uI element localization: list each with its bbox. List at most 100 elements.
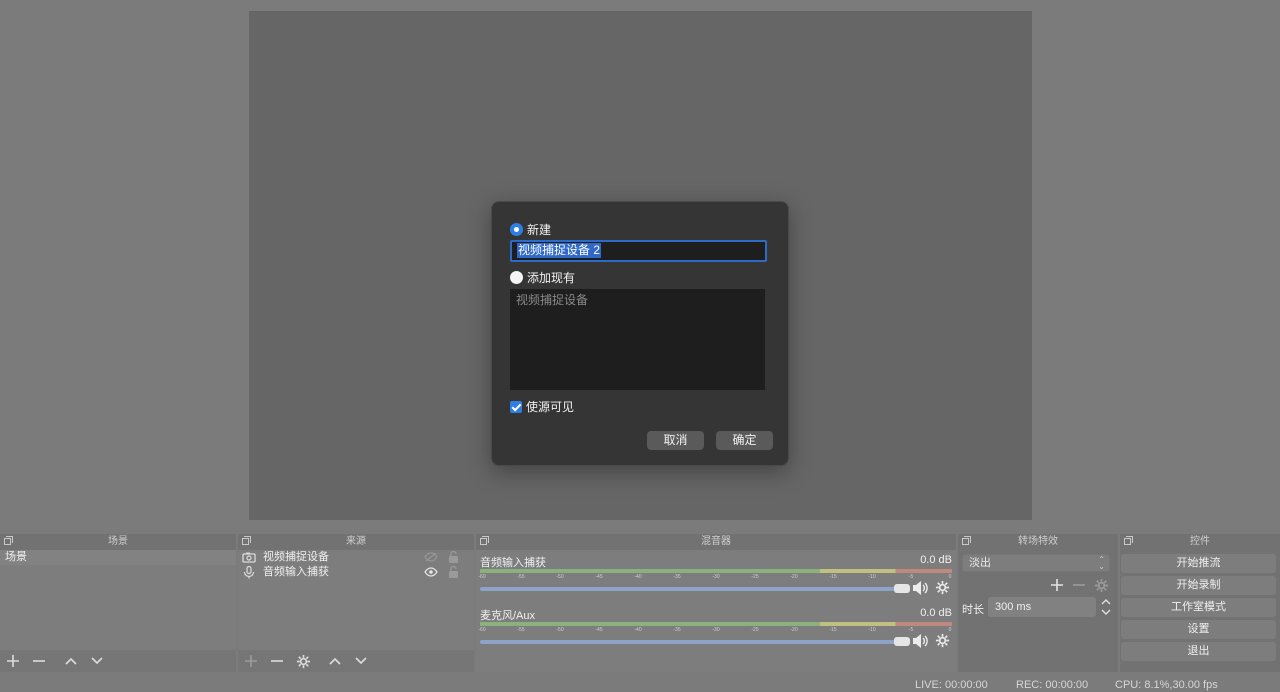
speaker-icon[interactable]: [911, 633, 931, 652]
plus-icon: [1051, 579, 1063, 591]
scenes-list[interactable]: 场景: [0, 550, 236, 650]
meter-tick-label: -35: [673, 574, 681, 580]
start-streaming-button[interactable]: 开始推流: [1121, 554, 1276, 573]
meter-tick-label: -15: [829, 627, 837, 633]
minus-icon: [271, 660, 283, 662]
speaker-icon[interactable]: [911, 580, 931, 599]
move-source-down-button[interactable]: [352, 652, 370, 670]
meter-tick-label: -10: [868, 627, 876, 633]
meter-tick-label: -20: [790, 627, 798, 633]
duration-input[interactable]: 300 ms: [988, 597, 1096, 617]
chevron-up-icon: [329, 657, 341, 665]
visibility-icon[interactable]: [424, 567, 438, 582]
meter-tick-label: -10: [868, 574, 876, 580]
gear-icon[interactable]: [935, 633, 950, 651]
chevron-down-icon: [355, 657, 367, 665]
volume-meter: [480, 569, 952, 573]
sources-dock: 来源 视频捕捉设备 音频输入捕获: [238, 534, 474, 672]
scenes-dock-title: 场景: [0, 534, 236, 550]
meter-tick-label: -55: [517, 574, 525, 580]
volume-slider-handle[interactable]: [894, 637, 910, 646]
list-item[interactable]: 视频捕捉设备: [516, 291, 588, 308]
remove-transition-button[interactable]: [1070, 576, 1088, 594]
minus-icon: [1073, 584, 1085, 586]
status-bar: LIVE: 00:00:00 REC: 00:00:00 CPU: 8.1%,3…: [0, 674, 1280, 692]
meter-tick-label: -55: [517, 627, 525, 633]
add-existing-option[interactable]: 添加现有: [510, 269, 575, 286]
transition-select[interactable]: 淡出 ⌃ ⌄: [962, 554, 1110, 572]
volume-slider[interactable]: [480, 587, 908, 591]
source-properties-button[interactable]: [294, 652, 312, 670]
remove-scene-button[interactable]: [30, 652, 48, 670]
meter-tick-label: -20: [790, 574, 798, 580]
select-stepper-icon: ⌃ ⌄: [1098, 555, 1105, 571]
transition-properties-button[interactable]: [1092, 576, 1110, 594]
add-source-button[interactable]: [242, 652, 260, 670]
meter-tick-label: -35: [673, 627, 681, 633]
microphone-icon: [242, 566, 256, 579]
sources-dock-title: 来源: [238, 534, 474, 550]
create-new-option[interactable]: 新建: [510, 221, 551, 238]
volume-slider[interactable]: [480, 640, 908, 644]
duration-stepper[interactable]: [1100, 597, 1112, 619]
ok-button[interactable]: 确定: [716, 431, 773, 450]
transitions-dock: 转场特效 淡出 ⌃ ⌄ 时长 300 ms: [958, 534, 1118, 672]
cancel-button[interactable]: 取消: [647, 431, 704, 450]
rec-timer: REC: 00:00:00: [1016, 679, 1089, 691]
add-source-dialog: 新建 视频捕捉设备 2 添加现有 视频捕捉设备 使源可见 取消 确定: [491, 201, 789, 466]
remove-source-button[interactable]: [268, 652, 286, 670]
scenes-toolbar: [0, 650, 236, 672]
volume-slider-handle[interactable]: [894, 584, 910, 593]
radio-unchecked[interactable]: [510, 271, 523, 284]
studio-mode-button[interactable]: 工作室模式: [1121, 598, 1276, 617]
plus-icon: [245, 655, 257, 667]
move-source-up-button[interactable]: [326, 652, 344, 670]
source-item[interactable]: 视频捕捉设备: [238, 550, 474, 565]
mixer-channel: 音频输入捕获 0.0 dB -60 -55 -50 -45 -40 -35 -30 -25 -2…: [478, 554, 952, 604]
meter-tick-label: -15: [829, 574, 837, 580]
volume-meter: [480, 622, 952, 626]
meter-scale: -60 -55 -50 -45 -40 -35 -30 -25 -20 -15 -10 -5 0: [478, 574, 952, 582]
meter-tick-label: -60: [478, 627, 486, 633]
plus-icon: [7, 655, 19, 667]
meter-tick-label: -30: [712, 574, 720, 580]
meter-tick-label: -50: [556, 574, 564, 580]
start-recording-button[interactable]: 开始录制: [1121, 576, 1276, 595]
meter-tick-label: -40: [634, 627, 642, 633]
radio-checked[interactable]: [510, 223, 523, 236]
make-visible-checkbox[interactable]: [510, 400, 522, 413]
gear-icon: [1094, 578, 1108, 592]
float-dock-icon[interactable]: [480, 536, 489, 545]
gear-icon[interactable]: [935, 580, 950, 598]
source-item[interactable]: 音频输入捕获: [238, 565, 474, 580]
unlock-icon[interactable]: [448, 565, 459, 583]
sources-toolbar: [238, 650, 474, 672]
scenes-dock: 场景 场景: [0, 534, 236, 672]
move-scene-up-button[interactable]: [62, 652, 80, 670]
float-dock-icon[interactable]: [962, 536, 971, 545]
add-scene-button[interactable]: [4, 652, 22, 670]
transition-buttons: [1048, 576, 1110, 594]
controls-dock-title: 控件: [1120, 534, 1280, 550]
existing-sources-list[interactable]: 视频捕捉设备: [510, 289, 765, 390]
cpu-stats: CPU: 8.1%,30.00 fps: [1115, 679, 1218, 691]
scene-item[interactable]: 场景: [0, 550, 236, 565]
settings-button[interactable]: 设置: [1121, 620, 1276, 639]
exit-button[interactable]: 退出: [1121, 642, 1276, 661]
meter-tick-label: -50: [556, 627, 564, 633]
mixer-dock: 混音器 音频输入捕获 0.0 dB -60 -55 -50 -45 -40 -35 -30-…: [476, 534, 956, 672]
meter-tick-label: -40: [634, 574, 642, 580]
transitions-dock-title: 转场特效: [958, 534, 1118, 550]
add-transition-button[interactable]: [1048, 576, 1066, 594]
meter-tick-label: -25: [751, 574, 759, 580]
chevron-up-icon: [65, 657, 77, 665]
meter-tick-label: -60: [478, 574, 486, 580]
move-scene-down-button[interactable]: [88, 652, 106, 670]
float-dock-icon[interactable]: [4, 536, 13, 545]
gear-icon: [296, 654, 310, 668]
live-timer: LIVE: 00:00:00: [915, 679, 988, 691]
sources-list[interactable]: 视频捕捉设备 音频输入捕获: [238, 550, 474, 650]
make-visible-checkbox-row[interactable]: 使源可见: [510, 398, 574, 415]
float-dock-icon[interactable]: [242, 536, 251, 545]
float-dock-icon[interactable]: [1124, 536, 1133, 545]
